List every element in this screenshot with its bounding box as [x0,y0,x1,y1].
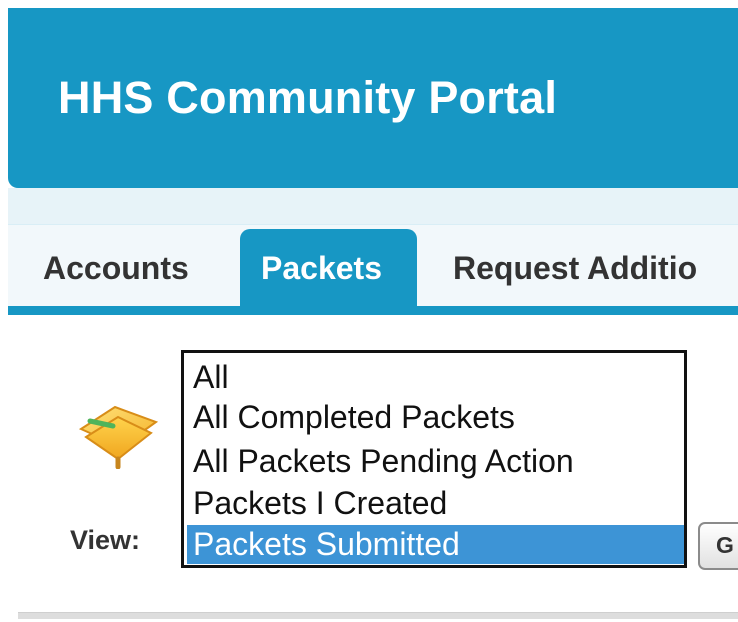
view-option-packets-i-created[interactable]: Packets I Created [193,483,447,523]
portal-header: HHS Community Portal [8,8,738,188]
go-button[interactable]: G [698,522,738,570]
view-option-all[interactable]: All [193,357,229,397]
view-select-listbox[interactable]: All All Completed Packets All Packets Pe… [181,350,687,568]
tab-packets[interactable]: Packets [240,229,417,307]
portal-title: HHS Community Portal [58,72,558,123]
content-bottom-divider [18,612,738,619]
packet-folder-icon [78,405,159,469]
tab-accounts[interactable]: Accounts [43,250,189,287]
tab-bar-accent [8,306,738,315]
go-button-label: G [716,532,734,558]
view-option-packets-submitted[interactable]: Packets Submitted [187,525,684,564]
view-option-all-packets-pending-action[interactable]: All Packets Pending Action [193,441,574,481]
tab-packets-label: Packets [261,250,382,286]
view-label: View: [70,525,141,555]
hhs-community-portal-page: HHS Community Portal Accounts Packets Re… [0,0,738,622]
view-option-all-completed-packets[interactable]: All Completed Packets [193,397,515,437]
tab-request-additional[interactable]: Request Additio [453,250,697,287]
selected-option-label: Packets Submitted [193,526,460,562]
